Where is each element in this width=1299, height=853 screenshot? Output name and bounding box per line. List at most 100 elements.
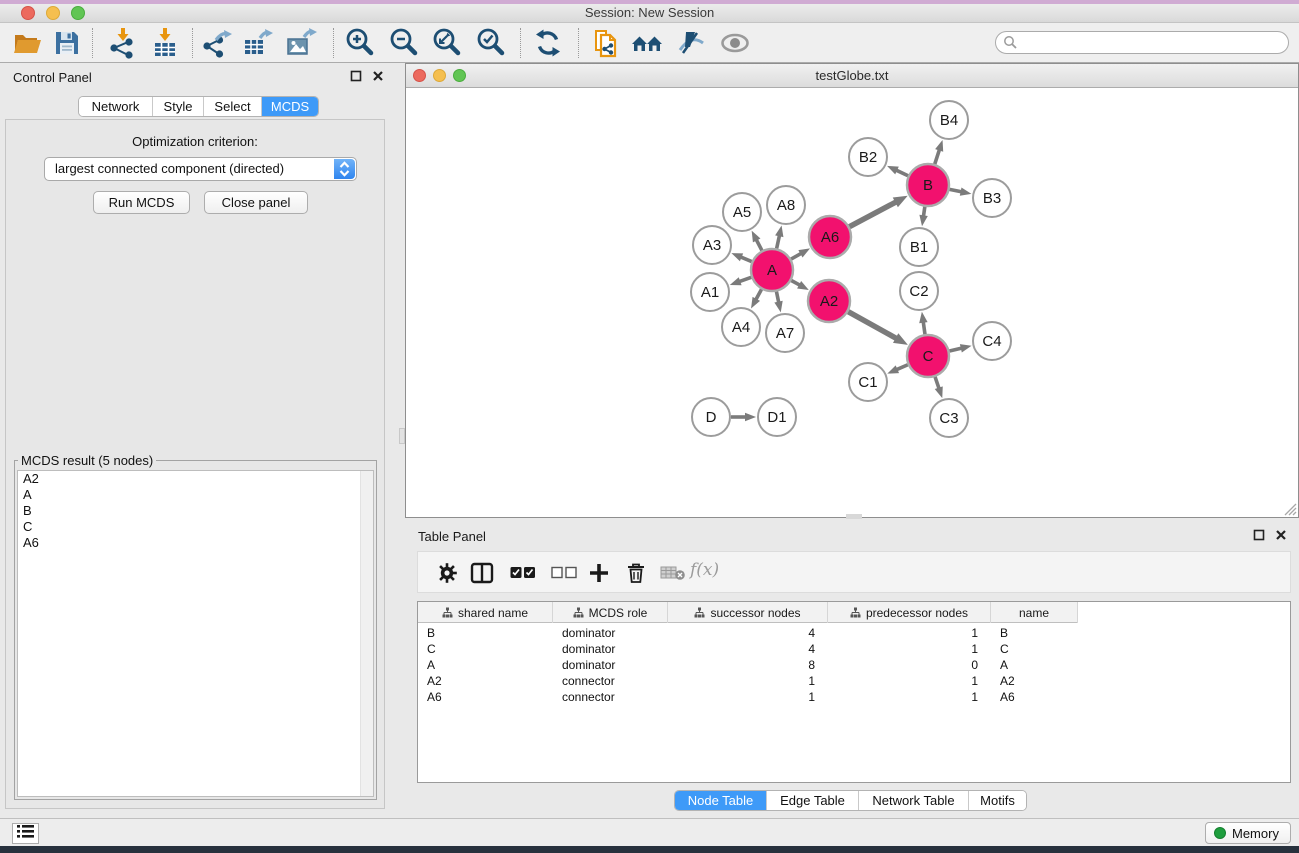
delete-table-icon[interactable] xyxy=(660,565,686,581)
splitter-grip-horizontal[interactable] xyxy=(846,514,862,519)
table-cell[interactable]: A2 xyxy=(418,673,553,689)
table-cell[interactable]: 1 xyxy=(828,625,991,641)
graph-edge-A6-B[interactable] xyxy=(849,201,897,226)
close-window-light[interactable] xyxy=(21,6,35,20)
table-cell[interactable]: 4 xyxy=(668,641,828,657)
graph-edge-C-C4[interactable] xyxy=(949,348,962,351)
zoom-network-light[interactable] xyxy=(453,69,466,82)
graph-node-A8[interactable]: A8 xyxy=(767,186,805,224)
save-session-icon[interactable] xyxy=(50,26,84,60)
table-cell[interactable]: 4 xyxy=(668,625,828,641)
graph-node-A1[interactable]: A1 xyxy=(691,273,729,311)
show-hide-eye-icon[interactable] xyxy=(718,26,752,60)
graph-edge-C-C1[interactable] xyxy=(896,365,908,370)
zoom-in-icon[interactable] xyxy=(344,26,378,60)
table-cell[interactable]: 1 xyxy=(828,689,991,705)
deselect-all-icon[interactable] xyxy=(551,566,577,579)
export-image-icon[interactable] xyxy=(284,26,318,60)
graph-node-C2[interactable]: C2 xyxy=(900,272,938,310)
close-panel-button[interactable]: Close panel xyxy=(204,191,308,214)
import-table-icon[interactable] xyxy=(148,26,182,60)
result-item-A[interactable]: A xyxy=(18,487,373,503)
home-layout-icon[interactable] xyxy=(630,26,664,60)
table-cell[interactable]: 0 xyxy=(828,657,991,673)
close-panel-icon[interactable] xyxy=(372,70,384,82)
function-builder-button[interactable]: f(x) xyxy=(690,560,719,580)
task-history-button[interactable] xyxy=(12,823,39,844)
table-cell[interactable]: C xyxy=(418,641,553,657)
graph-node-B1[interactable]: B1 xyxy=(900,228,938,266)
table-cell[interactable]: A2 xyxy=(991,673,1078,689)
table-cell[interactable]: A6 xyxy=(991,689,1078,705)
run-mcds-button[interactable]: Run MCDS xyxy=(93,191,190,214)
graph-node-C3[interactable]: C3 xyxy=(930,399,968,437)
table-cell[interactable]: connector xyxy=(553,689,668,705)
table-cell[interactable]: C xyxy=(991,641,1078,657)
tab-select[interactable]: Select xyxy=(203,97,261,116)
new-network-icon[interactable] xyxy=(590,26,624,60)
result-item-A2[interactable]: A2 xyxy=(18,471,373,487)
table-cell[interactable]: dominator xyxy=(553,657,668,673)
table-cell[interactable]: B xyxy=(991,625,1078,641)
table-row-A[interactable]: Adominator80A xyxy=(418,657,1078,673)
column-header-MCDS-role[interactable]: MCDS role xyxy=(553,602,668,623)
table-cell[interactable]: dominator xyxy=(553,625,668,641)
result-item-B[interactable]: B xyxy=(18,503,373,519)
zoom-selected-icon[interactable] xyxy=(475,26,509,60)
graph-edge-C-C2[interactable] xyxy=(923,321,925,334)
delete-column-trash-icon[interactable] xyxy=(626,562,646,584)
table-row-A2[interactable]: A2connector11A2 xyxy=(418,673,1078,689)
graph-edge-B-B4[interactable] xyxy=(935,149,940,165)
import-network-icon[interactable] xyxy=(106,26,140,60)
graph-node-C4[interactable]: C4 xyxy=(973,322,1011,360)
memory-button[interactable]: Memory xyxy=(1205,822,1291,844)
result-item-C[interactable]: C xyxy=(18,519,373,535)
table-cell[interactable]: 1 xyxy=(828,673,991,689)
open-file-icon[interactable] xyxy=(10,26,44,60)
tab-mcds[interactable]: MCDS xyxy=(261,97,318,116)
graph-node-D[interactable]: D xyxy=(692,398,730,436)
table-cell[interactable]: 1 xyxy=(828,641,991,657)
table-cell[interactable]: connector xyxy=(553,673,668,689)
table-cell[interactable]: 1 xyxy=(668,673,828,689)
graph-node-B[interactable]: B xyxy=(907,164,949,206)
column-header-successor-nodes[interactable]: successor nodes xyxy=(668,602,828,623)
table-row-C[interactable]: Cdominator41C xyxy=(418,641,1078,657)
create-column-icon[interactable] xyxy=(588,562,610,584)
refresh-icon[interactable] xyxy=(531,26,565,60)
graph-node-B4[interactable]: B4 xyxy=(930,101,968,139)
graph-edge-C-C3[interactable] xyxy=(935,377,939,390)
graph-node-C[interactable]: C xyxy=(907,335,949,377)
export-table-icon[interactable] xyxy=(240,26,274,60)
graph-node-A2[interactable]: A2 xyxy=(808,280,850,322)
graph-node-A7[interactable]: A7 xyxy=(766,314,804,352)
table-cell[interactable]: 1 xyxy=(668,689,828,705)
table-cell[interactable]: A xyxy=(991,657,1078,673)
graph-edge-B-B2[interactable] xyxy=(895,170,908,176)
table-cell[interactable]: B xyxy=(418,625,553,641)
graph-node-A[interactable]: A xyxy=(751,249,793,291)
graph-edge-A2-C[interactable] xyxy=(848,312,897,339)
splitter-grip[interactable] xyxy=(399,428,405,444)
graph-node-A5[interactable]: A5 xyxy=(723,193,761,231)
graph-node-D1[interactable]: D1 xyxy=(758,398,796,436)
tab-node-table[interactable]: Node Table xyxy=(675,791,766,810)
search-input[interactable] xyxy=(995,31,1289,54)
graph-node-B3[interactable]: B3 xyxy=(973,179,1011,217)
result-item-A6[interactable]: A6 xyxy=(18,535,373,551)
graph-node-A6[interactable]: A6 xyxy=(809,216,851,258)
show-columns-icon[interactable] xyxy=(470,562,494,584)
tab-edge-table[interactable]: Edge Table xyxy=(766,791,858,810)
zoom-out-icon[interactable] xyxy=(388,26,422,60)
float-panel-icon[interactable] xyxy=(350,70,362,82)
table-cell[interactable]: A6 xyxy=(418,689,553,705)
graph-edge-A-A8[interactable] xyxy=(777,234,780,248)
tab-motifs[interactable]: Motifs xyxy=(968,791,1026,810)
graph-node-C1[interactable]: C1 xyxy=(849,363,887,401)
zoom-fit-icon[interactable] xyxy=(431,26,465,60)
table-row-B[interactable]: Bdominator41B xyxy=(418,625,1078,641)
float-table-panel-icon[interactable] xyxy=(1253,529,1265,541)
criterion-dropdown[interactable]: largest connected component (directed) xyxy=(44,157,357,181)
minimize-window-light[interactable] xyxy=(46,6,60,20)
graph-node-A3[interactable]: A3 xyxy=(693,226,731,264)
